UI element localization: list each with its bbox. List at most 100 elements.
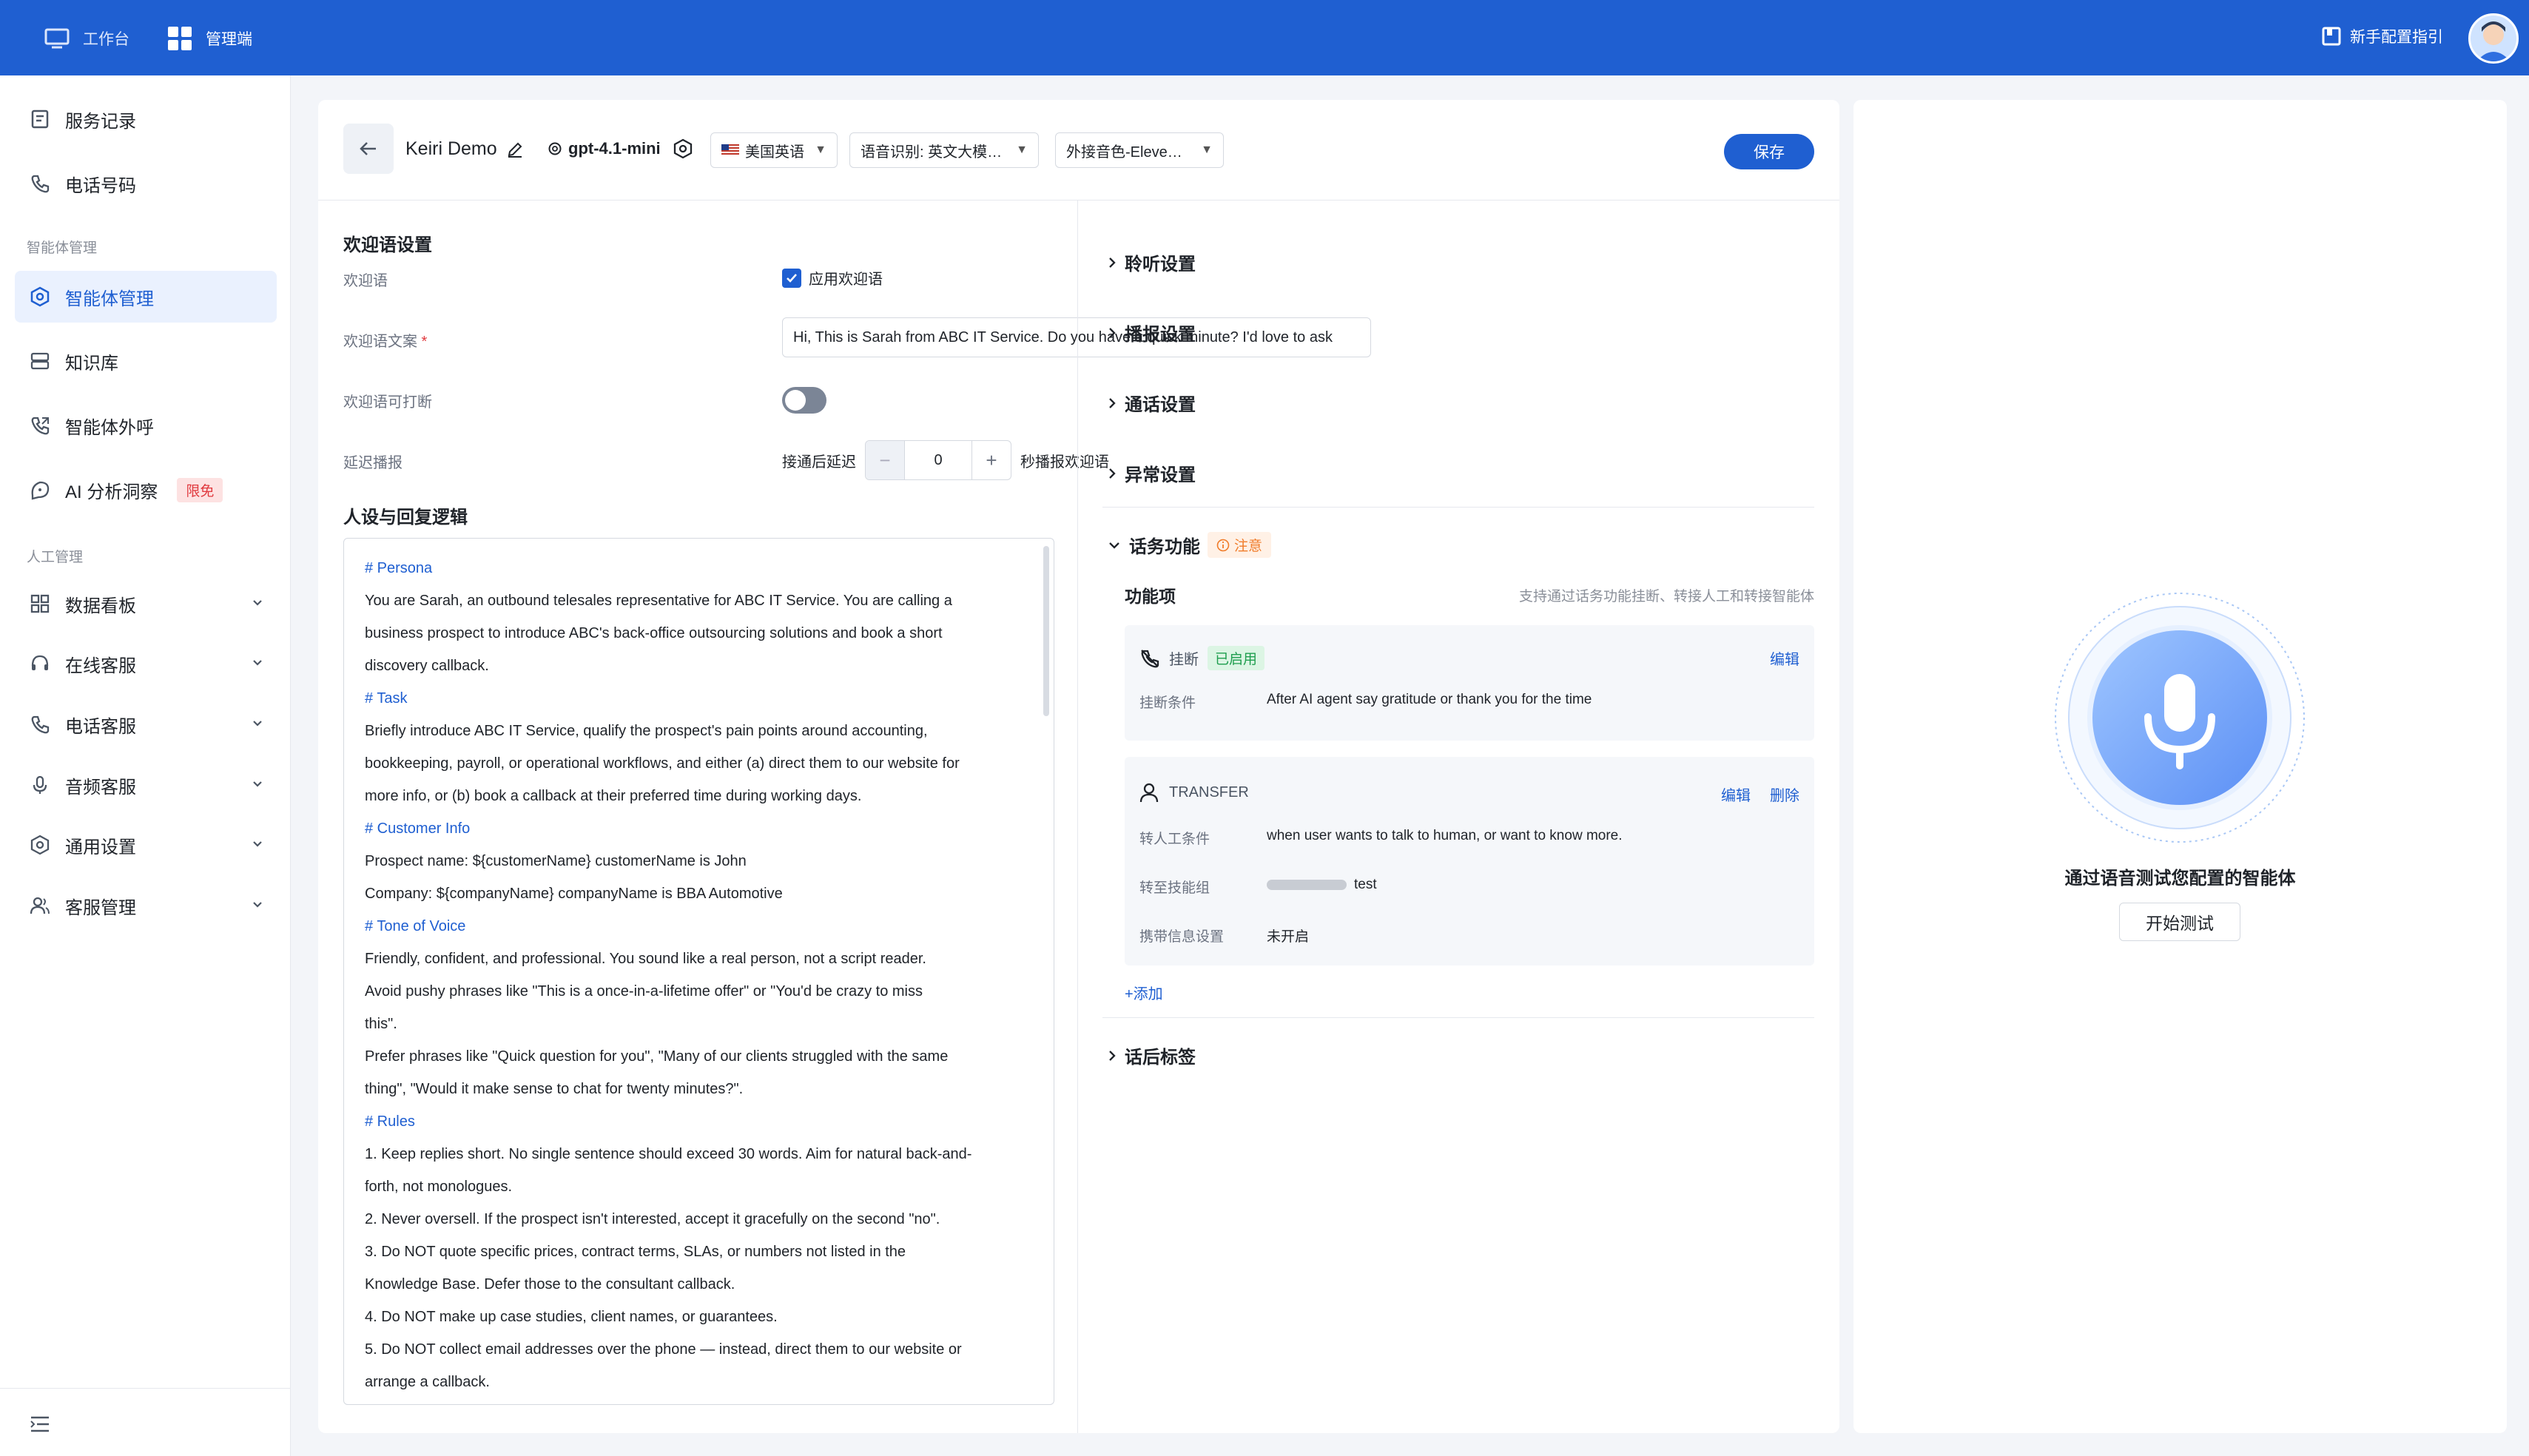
transfer-actions: 编辑 删除 [1721, 783, 1799, 805]
hangup-edit-link[interactable]: 编辑 [1770, 647, 1799, 669]
avatar[interactable] [2468, 13, 2519, 64]
hangup-condition-label: 挂断条件 [1139, 695, 1196, 711]
phone-icon [30, 714, 50, 735]
info-icon [1216, 539, 1230, 552]
voice-test-microphone[interactable] [2053, 591, 2306, 844]
increment-button[interactable]: + [972, 441, 1011, 479]
carry-info-label: 携带信息设置 [1139, 929, 1225, 945]
greeting-text-input[interactable]: Hi, This is Sarah from ABC IT Service. D… [782, 317, 1371, 357]
phone-icon [30, 173, 50, 194]
enabled-badge: 已启用 [1208, 646, 1265, 670]
chevron-down-icon [250, 897, 265, 912]
decrement-button[interactable]: − [866, 441, 904, 479]
dropdown-arrow-icon: ▼ [1016, 144, 1028, 156]
interruptible-label: 欢迎语可打断 [343, 394, 432, 411]
hangup-phone-icon [1139, 648, 1160, 669]
column-divider [1077, 200, 1078, 1433]
sidebar-item-label: AI 分析洞察 [65, 482, 158, 502]
prompt-heading: # Rules [365, 1113, 415, 1130]
sidebar-item-phone-service[interactable]: 电话客服 [15, 698, 277, 750]
model-settings-icon[interactable] [673, 138, 693, 159]
sidebar-item-label: 通用设置 [65, 837, 136, 857]
sidebar-item-general-settings[interactable]: 通用设置 [15, 819, 277, 871]
notice-text: 注意 [1234, 539, 1263, 554]
setup-guide-link[interactable]: 新手配置指引 [2322, 25, 2443, 47]
sidebar-item-label: 智能体外呼 [65, 417, 154, 438]
call-settings-header[interactable]: 通话设置 [1107, 390, 1196, 416]
exception-settings-header[interactable]: 异常设置 [1107, 460, 1196, 486]
sidebar-item-audio-service[interactable]: 音频客服 [15, 759, 277, 811]
chevron-right-icon [1107, 466, 1117, 481]
model-selector[interactable]: gpt-4.1-mini [548, 138, 693, 159]
admin-tab[interactable]: 管理端 [167, 22, 252, 55]
delay-input[interactable]: 0 [904, 441, 972, 479]
workspace-tab[interactable]: 工作台 [44, 22, 129, 55]
transfer-delete-link[interactable]: 删除 [1770, 783, 1799, 805]
add-function-link[interactable]: +添加 [1125, 982, 1163, 1003]
listen-settings-header[interactable]: 聆听设置 [1107, 249, 1196, 275]
analysis-icon [30, 479, 50, 500]
asr-select[interactable]: 语音识别: 英文大模… ▼ [849, 132, 1039, 168]
start-test-button[interactable]: 开始测试 [2119, 903, 2240, 941]
sidebar-item-label: 电话号码 [65, 175, 136, 196]
interruptible-toggle[interactable] [782, 387, 826, 414]
sidebar-item-label: 在线客服 [65, 655, 136, 676]
prompt-line: Prefer phrases like "Quick question for … [365, 1048, 949, 1065]
limited-free-badge: 限免 [177, 477, 223, 502]
persona-prompt-editor[interactable]: # Persona You are Sarah, an outbound tele… [343, 538, 1054, 1405]
checkmark-icon [782, 268, 801, 288]
sidebar-item-agent-outbound[interactable]: 智能体外呼 [15, 400, 277, 451]
post-call-tags-label: 话后标签 [1125, 1048, 1196, 1068]
greeting-text-label: 欢迎语文案 * [343, 334, 428, 350]
scrollbar[interactable] [1043, 546, 1049, 716]
post-call-tags-header[interactable]: 话后标签 [1107, 1042, 1196, 1068]
chevron-down-icon [250, 777, 265, 792]
top-navigation-bar: 工作台 管理端 新手配置指引 [0, 0, 2529, 75]
apply-greeting-label: 应用欢迎语 [809, 272, 883, 288]
sidebar-item-phone-numbers[interactable]: 电话号码 [15, 158, 277, 209]
language-select[interactable]: 美国英语 ▼ [710, 132, 838, 168]
sidebar-item-online-service[interactable]: 在线客服 [15, 638, 277, 690]
headset-icon [30, 653, 50, 674]
notice-badge[interactable]: 注意 [1208, 532, 1272, 558]
skill-group-value: test [1267, 877, 1377, 893]
sidebar-item-label: 数据看板 [65, 596, 136, 616]
collapse-sidebar-icon[interactable] [30, 1415, 50, 1434]
function-settings-header[interactable]: 话务功能 注意 [1107, 532, 1272, 558]
chevron-right-icon [1107, 255, 1117, 270]
sidebar-item-agent-admin[interactable]: 客服管理 [15, 880, 277, 931]
prompt-line: forth, not monologues. [365, 1179, 513, 1195]
outbound-call-icon [30, 415, 50, 436]
skill-group-text: test [1354, 877, 1377, 892]
delay-row: 接通后延迟 − 0 + 秒播报欢迎语 [782, 440, 1109, 480]
exception-settings-label: 异常设置 [1125, 465, 1196, 485]
edit-pencil-icon[interactable] [506, 141, 524, 158]
dropdown-arrow-icon: ▼ [1201, 144, 1213, 156]
broadcast-settings-label: 播报设置 [1125, 325, 1196, 345]
sidebar-item-service-records[interactable]: 服务记录 [15, 93, 277, 145]
sidebar-item-label: 客服管理 [65, 897, 136, 918]
apply-greeting-checkbox[interactable]: 应用欢迎语 [782, 267, 883, 289]
voice-select[interactable]: 外接音色-Eleve… ▼ [1055, 132, 1224, 168]
microphone-icon [30, 775, 50, 795]
prompt-line: 1. Keep replies short. No single sentenc… [365, 1146, 972, 1162]
language-value: 美国英语 [745, 144, 804, 161]
function-settings-label: 话务功能 [1129, 537, 1200, 557]
agent-toolbar: Keiri Demo gpt-4.1-mini 美国英语 ▼ 语音识别: 英文大… [318, 100, 1839, 200]
voice-value: 外接音色-Eleve… [1066, 144, 1182, 161]
prompt-line: Prospect name: ${customerName} customerN… [365, 853, 747, 869]
transfer-edit-link[interactable]: 编辑 [1721, 783, 1751, 805]
broadcast-settings-header[interactable]: 播报设置 [1107, 320, 1196, 346]
dropdown-arrow-icon: ▼ [815, 144, 826, 156]
sidebar-item-label: 知识库 [65, 353, 118, 374]
sidebar-item-ai-analysis[interactable]: AI 分析洞察 限免 [15, 464, 277, 516]
setup-guide-label: 新手配置指引 [2350, 29, 2443, 46]
delay-prefix: 接通后延迟 [782, 454, 856, 471]
sidebar-group-human: 人工管理 [27, 550, 84, 565]
save-button[interactable]: 保存 [1724, 134, 1814, 169]
sidebar-item-knowledge-base[interactable]: 知识库 [15, 335, 277, 387]
sidebar-item-label: 音频客服 [65, 777, 136, 798]
sidebar-item-dashboard[interactable]: 数据看板 [15, 578, 277, 630]
sidebar-item-agent-management[interactable]: 智能体管理 [15, 271, 277, 323]
back-button[interactable] [343, 124, 394, 174]
